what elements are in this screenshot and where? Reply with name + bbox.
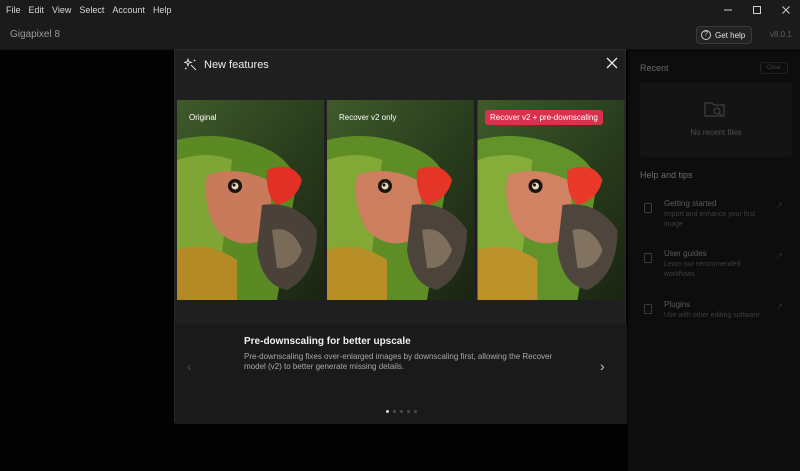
minimize-icon — [723, 9, 732, 11]
tip-title: Getting started — [664, 199, 717, 208]
modal-title: New features — [204, 59, 269, 71]
tip-plugins[interactable]: Plugins Use with other editing software … — [640, 300, 792, 334]
pagination-dot-2[interactable] — [392, 410, 396, 413]
help-tips-title: Help and tips — [640, 170, 693, 180]
feature-title: Pre-downscaling for better upscale — [244, 336, 411, 347]
close-window-button[interactable] — [771, 0, 800, 20]
panel-label: Recover v2 only — [339, 113, 397, 122]
new-features-modal: New features Original Recover v2 only Re… — [174, 49, 627, 424]
external-link-icon: ↗ — [776, 302, 783, 311]
parrot-image — [327, 100, 474, 300]
tip-title: User guides — [664, 249, 707, 258]
no-recent-files: No recent files — [690, 128, 742, 137]
app-name: Gigapixel 8 — [10, 29, 61, 40]
external-link-icon: ↗ — [776, 201, 783, 210]
window-controls — [713, 0, 800, 20]
tip-desc: Import and enhance your first image — [664, 211, 756, 228]
folder-search-icon — [704, 102, 725, 117]
menu-edit[interactable]: Edit — [25, 0, 49, 20]
pagination-dot-5[interactable] — [413, 410, 417, 413]
pagination-dot-4[interactable] — [406, 410, 410, 413]
tip-desc: Learn our recommended workflows — [664, 261, 741, 278]
version-label: v8.0.1 — [770, 30, 792, 39]
get-help-button[interactable]: ? Get help — [696, 26, 753, 44]
modal-header: New features — [175, 50, 627, 80]
parrot-image — [477, 100, 625, 300]
maximize-button[interactable] — [742, 0, 771, 20]
feature-description: Pre-downscaling fixes over-enlarged imag… — [244, 352, 553, 371]
clear-recent-button[interactable]: Clear — [760, 62, 788, 74]
menu-help[interactable]: Help — [149, 0, 176, 20]
help-icon: ? — [701, 30, 711, 40]
feature-info: ‹ Pre-downscaling for better upscale Pre… — [175, 324, 627, 424]
tip-getting-started[interactable]: Getting started Import and enhance your … — [640, 199, 792, 233]
comparison-panel-original: Original — [177, 100, 324, 300]
menu-file[interactable]: File — [0, 0, 25, 20]
panel-label: Original — [189, 113, 217, 122]
external-link-icon: ↗ — [776, 251, 783, 260]
recent-files-box: No recent files — [640, 82, 792, 157]
tip-title: Plugins — [664, 300, 691, 309]
minimize-button[interactable] — [713, 0, 742, 20]
document-icon — [644, 253, 652, 263]
document-icon — [644, 203, 652, 213]
comparison-panel-recover-v2-pre-downscaling: Recover v2 + pre-downscaling — [477, 100, 625, 300]
close-icon — [781, 6, 790, 14]
pagination-dot-3[interactable] — [399, 410, 403, 413]
parrot-image — [177, 100, 324, 300]
tip-desc: Use with other editing software — [664, 312, 760, 319]
document-icon — [644, 304, 652, 314]
maximize-icon — [752, 6, 761, 14]
recent-title: Recent — [640, 63, 669, 73]
app-header: Gigapixel 8 ? Get help v8.0.1 — [0, 20, 800, 50]
slide-pagination — [175, 410, 627, 413]
close-modal-button[interactable] — [604, 55, 620, 71]
panel-label-highlighted: Recover v2 + pre-downscaling — [485, 110, 603, 125]
sparkle-icon — [184, 58, 197, 71]
pagination-dot-1[interactable] — [385, 410, 389, 413]
menu-view[interactable]: View — [48, 0, 75, 20]
menu-account[interactable]: Account — [108, 0, 149, 20]
get-help-label: Get help — [715, 30, 746, 40]
tip-user-guides[interactable]: User guides Learn our recommended workfl… — [640, 249, 792, 283]
next-slide-button[interactable]: › — [600, 358, 605, 374]
menu-select[interactable]: Select — [75, 0, 108, 20]
menu-bar: File Edit View Select Account Help — [0, 0, 800, 20]
comparison-panels: Original Recover v2 only Recover v2 + pr… — [177, 100, 625, 300]
comparison-panel-recover-v2: Recover v2 only — [327, 100, 474, 300]
previous-slide-button[interactable]: ‹ — [187, 358, 192, 374]
